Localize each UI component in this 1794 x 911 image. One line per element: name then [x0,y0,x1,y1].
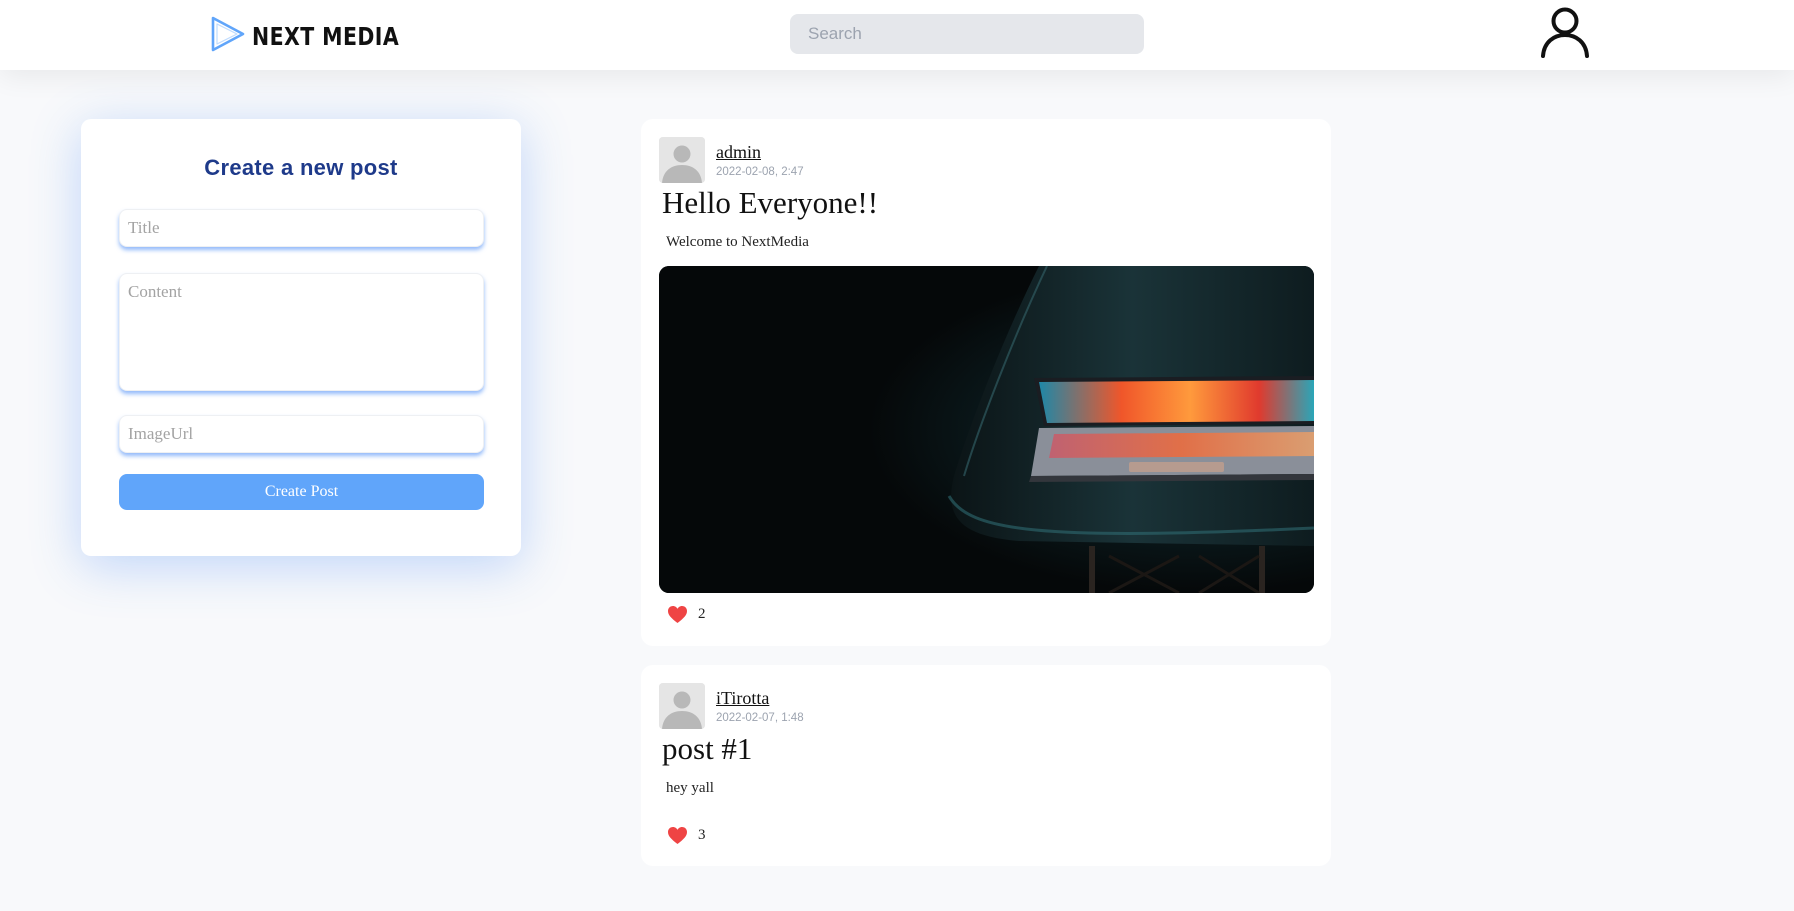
profile-button[interactable] [1538,6,1592,58]
brand-name: NEXT MEDIA [252,21,400,51]
likes-row: 3 [667,826,706,845]
heart-icon[interactable] [667,826,688,845]
create-post-button[interactable]: Create Post [119,474,484,510]
heart-icon[interactable] [667,605,688,624]
like-count: 3 [698,827,706,843]
default-avatar-icon [659,137,705,183]
brand-logo[interactable]: NEXT MEDIA [210,15,431,58]
post-image-url-input[interactable] [119,415,484,453]
post-title: post #1 [662,731,753,766]
post-title: Hello Everyone!! [662,185,879,220]
post-author-link[interactable]: iTirotta [716,688,769,709]
post-content-textarea[interactable] [119,273,484,391]
post-card: iTirotta 2022-02-07, 1:48 post #1 hey ya… [641,665,1331,866]
play-triangle-icon [210,15,246,58]
like-count: 2 [698,606,706,622]
post-content: hey yall [666,780,714,796]
post-timestamp: 2022-02-08, 2:47 [716,166,804,178]
post-timestamp: 2022-02-07, 1:48 [716,712,804,724]
post-content: Welcome to NextMedia [666,234,809,250]
avatar [659,137,705,183]
default-avatar-icon [659,683,705,729]
search-input[interactable] [790,14,1144,54]
post-card: admin 2022-02-08, 2:47 Hello Everyone!! … [641,119,1331,646]
top-navbar: NEXT MEDIA [0,0,1794,70]
user-icon [1538,7,1592,62]
post-title-input[interactable] [119,209,484,247]
create-post-card: Create a new post Create Post [81,119,521,556]
post-image [659,266,1314,593]
post-author-link[interactable]: admin [716,142,761,163]
avatar [659,683,705,729]
likes-row: 2 [667,605,706,624]
create-post-heading: Create a new post [204,155,398,180]
laptop-on-chair-photo [659,266,1314,593]
